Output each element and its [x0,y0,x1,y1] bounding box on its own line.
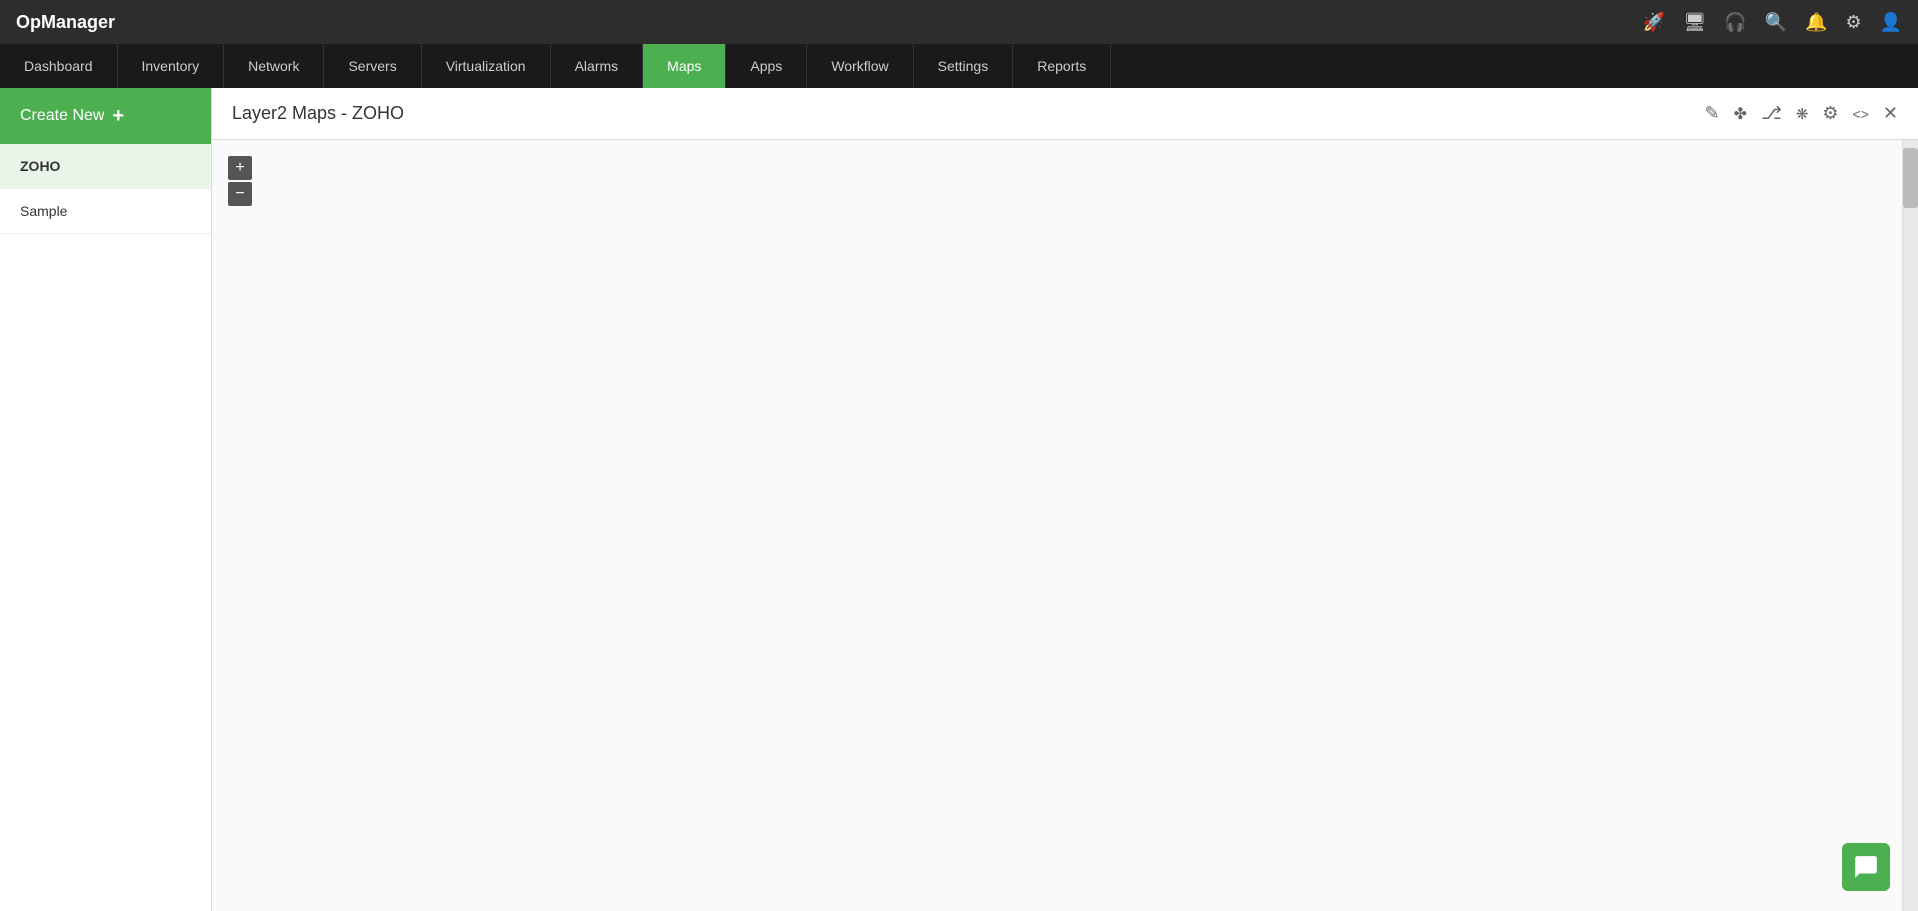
sidebar-item-zoho[interactable]: ZOHO [0,144,211,189]
scrollbar[interactable] [1902,140,1918,911]
scrollbar-thumb[interactable] [1903,148,1918,208]
main-layout: Create New + ZOHO Sample Layer2 Maps - Z… [0,88,1918,911]
create-new-label: Create New [20,107,104,125]
zoom-in-button[interactable]: + [228,156,252,180]
page-title: Layer2 Maps - ZOHO [232,103,404,124]
chat-button[interactable] [1842,843,1890,891]
nav-reports[interactable]: Reports [1013,44,1111,88]
nav-workflow[interactable]: Workflow [807,44,913,88]
nav-servers[interactable]: Servers [324,44,421,88]
top-icon-group: 🚀 🖥 🎧 🔍 🔔 ⚙ 👤 [1643,12,1902,33]
nav-network[interactable]: Network [224,44,324,88]
settings-icon[interactable]: ⚙ [1845,12,1861,33]
content-header: Layer2 Maps - ZOHO ✎ ✤ ⎇ ❋ ⚙ <> ✕ [212,88,1918,140]
app-logo: OpManager [16,12,115,33]
zoom-out-button[interactable]: − [228,182,252,206]
content-area: Layer2 Maps - ZOHO ✎ ✤ ⎇ ❋ ⚙ <> ✕ + − [212,88,1918,911]
monitor-icon[interactable]: 🖥 [1683,12,1706,33]
gear-icon[interactable]: ⚙ [1822,103,1838,124]
close-icon[interactable]: ✕ [1883,103,1898,124]
plus-icon: + [112,105,124,128]
user-icon[interactable]: 👤 [1880,12,1902,33]
navbar: Dashboard Inventory Network Servers Virt… [0,44,1918,88]
nav-dashboard[interactable]: Dashboard [0,44,118,88]
share-icon[interactable]: ⎇ [1761,103,1782,124]
code-icon[interactable]: <> [1853,106,1869,122]
header-icon-group: ✎ ✤ ⎇ ❋ ⚙ <> ✕ [1705,103,1898,124]
nav-apps[interactable]: Apps [726,44,807,88]
edit-icon[interactable]: ✎ [1705,103,1720,124]
topbar: OpManager 🚀 🖥 🎧 🔍 🔔 ⚙ 👤 [0,0,1918,44]
network-graph [212,140,512,290]
nodes-icon[interactable]: ❋ [1796,105,1809,123]
bell-icon[interactable]: 🔔 [1805,12,1827,33]
rocket-icon[interactable]: 🚀 [1643,12,1665,33]
map-area[interactable]: + − [212,140,1918,911]
refresh-icon[interactable]: ✤ [1734,104,1747,124]
search-icon[interactable]: 🔍 [1765,12,1787,33]
sidebar-item-sample[interactable]: Sample [0,189,211,234]
sidebar: Create New + ZOHO Sample [0,88,212,911]
nav-virtualization[interactable]: Virtualization [422,44,551,88]
nav-inventory[interactable]: Inventory [118,44,225,88]
nav-settings[interactable]: Settings [914,44,1014,88]
create-new-button[interactable]: Create New + [0,88,211,144]
zoom-controls: + − [228,156,252,206]
headset-icon[interactable]: 🎧 [1724,12,1746,33]
nav-maps[interactable]: Maps [643,44,726,88]
nav-alarms[interactable]: Alarms [551,44,644,88]
